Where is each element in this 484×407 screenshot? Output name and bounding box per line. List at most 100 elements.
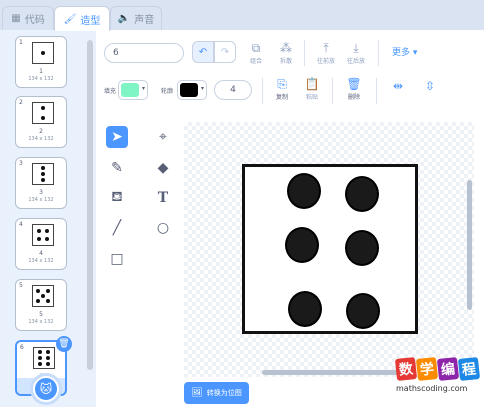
brush-tool[interactable]: ✎ bbox=[106, 157, 128, 179]
costume-size: 134 x 132 bbox=[28, 76, 54, 82]
editor-tabs: ▦ 代码 🖌 造型 🔈 声音 bbox=[0, 0, 484, 31]
paste-button[interactable]: 📋 粘贴 bbox=[294, 76, 330, 101]
circle-tool[interactable]: ○ bbox=[152, 217, 174, 239]
choose-costume-button[interactable]: 🐱 bbox=[33, 376, 59, 402]
costume-number: 1 bbox=[19, 39, 23, 46]
costume-number: 3 bbox=[19, 160, 23, 167]
watermark-logo: 数 学 编 程 mathscoding.com bbox=[394, 357, 481, 404]
pip bbox=[346, 293, 380, 329]
eraser-icon: ◆ bbox=[157, 160, 169, 176]
select-tool[interactable]: ➤ bbox=[106, 126, 128, 148]
costume-name: 2 bbox=[39, 128, 43, 135]
ungroup-button[interactable]: ⁂ 拆散 bbox=[268, 40, 304, 65]
costume-name: 1 bbox=[39, 68, 43, 75]
canvas-horizontal-scrollbar[interactable] bbox=[262, 370, 412, 375]
costume-name: 4 bbox=[39, 250, 43, 257]
tab-sounds[interactable]: 🔈 声音 bbox=[110, 6, 162, 30]
divider bbox=[376, 78, 377, 104]
tab-costumes-label: 造型 bbox=[80, 15, 101, 27]
costume-size: 134 x 132 bbox=[28, 258, 54, 264]
costume-thumbnail bbox=[32, 285, 54, 307]
costume-item-4[interactable]: 4 4 134 x 132 bbox=[15, 218, 67, 270]
flip-vertical-button[interactable]: ⇳ bbox=[412, 78, 448, 94]
ungroup-label: 拆散 bbox=[279, 58, 292, 65]
rectangle-tool[interactable]: □ bbox=[106, 248, 128, 270]
costume-item-5[interactable]: 5 5 134 x 132 bbox=[15, 279, 67, 331]
fill-color-picker[interactable]: ▾ bbox=[118, 80, 148, 100]
costume-item-3[interactable]: 3 3 134 x 132 bbox=[15, 157, 67, 209]
costume-list-scrollbar[interactable] bbox=[87, 40, 93, 370]
line-tool[interactable]: ╱ bbox=[106, 217, 128, 239]
convert-label: 转换为位图 bbox=[206, 389, 242, 397]
costume-item-1[interactable]: 1 1 134 x 132 bbox=[15, 36, 67, 88]
pip bbox=[288, 291, 322, 327]
brush-icon: ✎ bbox=[111, 160, 123, 176]
flip-vertical-icon: ⇳ bbox=[424, 79, 436, 93]
undo-icon: ↶ bbox=[198, 46, 208, 58]
watermark-char: 数 bbox=[394, 357, 418, 381]
paint-bucket-icon: ⛾ bbox=[111, 189, 123, 205]
watermark-char: 编 bbox=[436, 357, 460, 381]
fill-swatch bbox=[121, 83, 139, 97]
flip-horizontal-button[interactable]: ⇹ bbox=[380, 78, 416, 94]
outline-width-input[interactable]: 4 bbox=[214, 80, 252, 100]
watermark-char: 程 bbox=[457, 357, 481, 381]
redo-icon: ↷ bbox=[220, 46, 230, 58]
cat-face-icon: 🐱 bbox=[39, 382, 53, 396]
redo-button[interactable]: ↷ bbox=[214, 41, 236, 63]
tab-costumes[interactable]: 🖌 造型 bbox=[54, 6, 110, 31]
watermark-char: 学 bbox=[415, 357, 439, 381]
chevron-down-icon: ▾ bbox=[200, 85, 204, 92]
trash-icon: 🗑 bbox=[58, 339, 70, 349]
canvas-vertical-scrollbar[interactable] bbox=[467, 180, 472, 310]
image-icon: 🖼 bbox=[191, 388, 203, 398]
line-icon: ╱ bbox=[112, 220, 122, 236]
pip bbox=[287, 173, 321, 209]
dice-face-six[interactable] bbox=[242, 164, 418, 334]
costume-brush-icon: 🖌 bbox=[63, 13, 77, 25]
costume-thumbnail bbox=[32, 163, 54, 185]
pip bbox=[345, 176, 379, 212]
backward-button[interactable]: ⤓ 往后放 bbox=[338, 40, 374, 65]
costume-name: 5 bbox=[39, 311, 43, 318]
costume-thumbnail bbox=[32, 224, 54, 246]
flip-horizontal-icon: ⇹ bbox=[392, 79, 404, 93]
circle-icon: ○ bbox=[156, 220, 170, 236]
more-menu-button[interactable]: 更多 ▾ bbox=[392, 45, 417, 58]
trash-icon: 🗑 bbox=[346, 77, 362, 91]
costume-size: 134 x 132 bbox=[28, 136, 54, 142]
eraser-tool[interactable]: ◆ bbox=[152, 157, 174, 179]
ungroup-icon: ⁂ bbox=[280, 41, 292, 55]
fill-tool[interactable]: ⛾ bbox=[106, 187, 128, 209]
backward-label: 往后放 bbox=[346, 58, 365, 65]
more-label: 更多 bbox=[392, 48, 411, 58]
tab-code-label: 代码 bbox=[24, 15, 45, 26]
text-tool[interactable]: T bbox=[152, 187, 174, 209]
pip bbox=[285, 227, 319, 263]
costume-thumbnail bbox=[32, 42, 54, 64]
divider bbox=[332, 78, 333, 104]
costume-item-2[interactable]: 2 2 134 x 132 bbox=[15, 96, 67, 148]
pointer-arrow-icon: ➤ bbox=[111, 129, 123, 145]
outline-label: 轮廓 bbox=[161, 88, 174, 95]
rectangle-icon: □ bbox=[110, 251, 124, 267]
outline-swatch bbox=[180, 83, 198, 97]
delete-button[interactable]: 🗑 删除 bbox=[336, 76, 372, 101]
tab-sounds-label: 声音 bbox=[134, 15, 155, 26]
tab-code[interactable]: ▦ 代码 bbox=[2, 6, 54, 30]
costume-number: 2 bbox=[19, 99, 23, 106]
reshape-tool[interactable]: ⌖ bbox=[152, 126, 174, 148]
divider bbox=[378, 40, 379, 66]
costume-number: 4 bbox=[19, 221, 23, 228]
delete-label: 删除 bbox=[347, 94, 360, 101]
costume-size: 134 x 132 bbox=[28, 319, 54, 325]
undo-button[interactable]: ↶ bbox=[192, 41, 214, 63]
convert-to-bitmap-button[interactable]: 🖼 转换为位图 bbox=[184, 382, 249, 404]
costume-number: 5 bbox=[19, 282, 23, 289]
divider bbox=[304, 40, 305, 66]
costume-number: 6 bbox=[20, 344, 24, 351]
delete-costume-button[interactable]: 🗑 bbox=[56, 336, 72, 352]
outline-color-picker[interactable]: ▾ bbox=[177, 80, 207, 100]
costume-name-input[interactable] bbox=[104, 43, 184, 63]
code-icon: ▦ bbox=[11, 13, 21, 24]
